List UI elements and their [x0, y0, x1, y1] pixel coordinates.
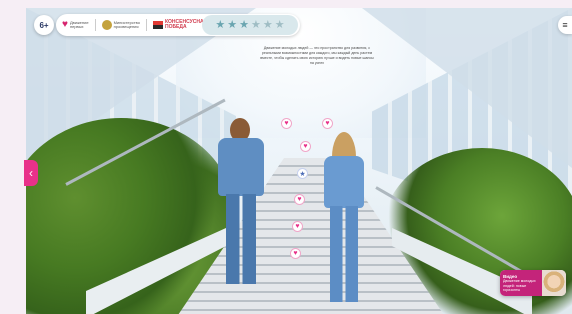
step-marker-heart-icon[interactable]: ♥ [281, 118, 292, 129]
step-marker-heart-icon[interactable]: ♥ [322, 118, 333, 129]
menu-icon: ≡ [562, 20, 568, 30]
flag-logo: КОНСЕНСУСНАЯ ПОБЕДА [152, 19, 207, 31]
flag-icon [152, 21, 163, 29]
person-woman [318, 132, 370, 304]
divider [94, 19, 96, 31]
menu-button[interactable]: ≡ [558, 16, 572, 34]
emblem-icon [101, 20, 112, 30]
star-icon: ★ [215, 18, 226, 31]
star-icon: ★ [227, 18, 238, 31]
intro-text: Движение молодых людей — это пространств… [260, 46, 374, 65]
person-man [214, 118, 268, 288]
star-icon: ★ [251, 18, 261, 31]
heart-icon: ♥ [62, 18, 68, 30]
video-card[interactable]: Видео Движение молодых людей: новые гори… [500, 270, 566, 296]
video-card-text: Видео Движение молодых людей: новые гори… [500, 270, 542, 296]
step-marker-heart-icon[interactable]: ♥ [290, 248, 301, 259]
step-marker-heart-icon[interactable]: ♥ [300, 141, 311, 152]
ministry-emblem-logo: Министерство просвещения [101, 20, 140, 30]
chevron-left-icon: ‹ [29, 166, 33, 180]
previous-button[interactable]: ‹ [24, 160, 38, 186]
progress-stars: ★ ★ ★ ★ ★ ★ [202, 15, 298, 35]
star-icon: ★ [239, 18, 249, 31]
video-subtitle: Движение молодых людей: новые горизонты [503, 279, 536, 292]
star-icon: ★ [274, 18, 285, 31]
step-marker-heart-icon[interactable]: ♥ [294, 194, 305, 205]
video-thumbnail [542, 270, 566, 296]
prosveshchenie-logo: ♥ Движение первых [62, 18, 89, 30]
step-marker-star-icon[interactable]: ★ [297, 168, 308, 179]
star-icon: ★ [262, 18, 273, 31]
roof-right [362, 8, 572, 168]
step-marker-heart-icon[interactable]: ♥ [292, 221, 303, 232]
divider [145, 19, 147, 31]
age-badge: 6+ [34, 15, 54, 35]
